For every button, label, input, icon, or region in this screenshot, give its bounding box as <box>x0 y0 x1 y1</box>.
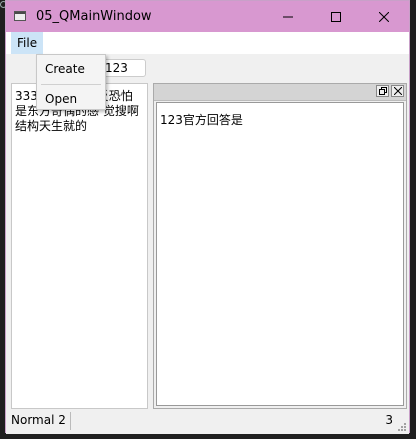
file-dropdown-menu: Create Open <box>36 54 106 110</box>
toolbar-text-field[interactable]: 123 <box>100 59 146 77</box>
status-mode-text: Normal <box>11 413 55 427</box>
status-bar: Normal 2 3 <box>6 409 409 434</box>
close-button[interactable] <box>361 1 407 32</box>
app-icon <box>14 11 26 21</box>
right-dock-widget: 123官方回答是 <box>153 83 407 409</box>
right-dock-text-area[interactable]: 123官方回答是 <box>156 102 404 406</box>
dock-float-button[interactable] <box>376 85 389 97</box>
status-left-number: 2 <box>58 413 66 427</box>
menu-bar: File <box>6 32 409 54</box>
maximize-button[interactable] <box>313 1 359 32</box>
main-window: 05_QMainWindow File 123 333第 23分迷 反恐怕是东方… <box>5 0 410 434</box>
resize-grip-icon[interactable] <box>397 422 407 432</box>
minimize-button[interactable] <box>265 1 311 32</box>
dock-close-button[interactable] <box>391 85 404 97</box>
close-icon <box>393 87 402 95</box>
menu-separator <box>41 84 101 85</box>
menu-file[interactable]: File <box>11 32 44 54</box>
title-bar[interactable]: 05_QMainWindow <box>6 1 409 32</box>
status-divider <box>70 412 71 430</box>
left-dock-text-area[interactable]: 333第 23分迷 反恐怕是东方奇偶的感 觉搜啊结构天生就的 <box>11 83 148 409</box>
dock-title-bar[interactable] <box>154 84 406 101</box>
maximize-icon <box>331 11 341 22</box>
float-icon <box>378 87 387 95</box>
status-left-message: Normal 2 <box>11 413 66 427</box>
menu-item-open[interactable]: Open <box>37 87 105 111</box>
minimize-icon <box>283 16 293 17</box>
menu-item-create[interactable]: Create <box>37 57 105 81</box>
status-right-number: 3 <box>385 413 393 427</box>
window-title: 05_QMainWindow <box>36 9 152 24</box>
close-icon <box>379 11 389 22</box>
